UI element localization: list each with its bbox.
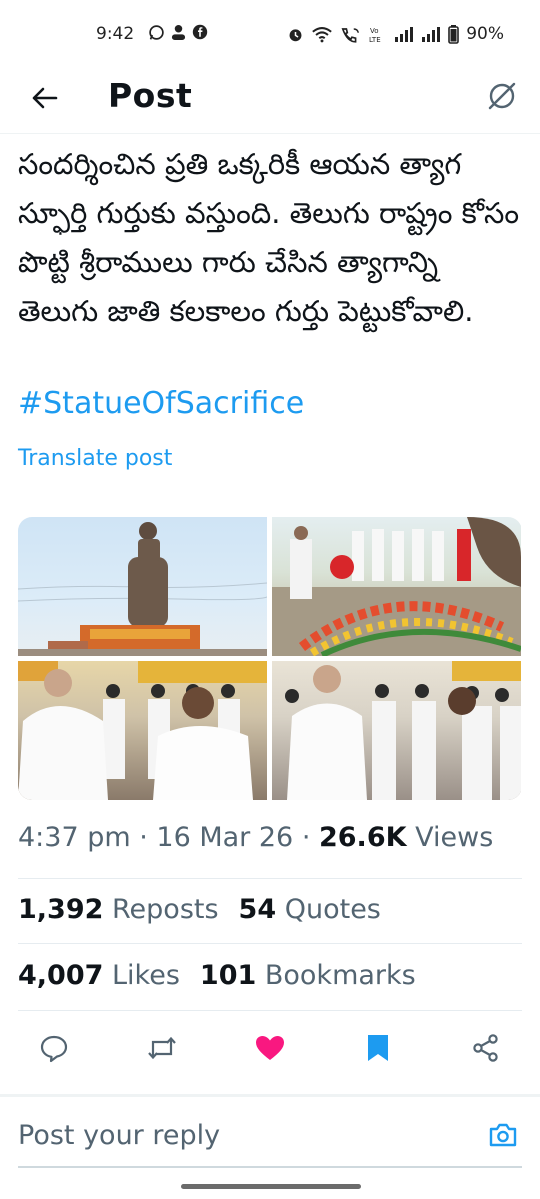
repost-icon (148, 1036, 176, 1060)
grok-icon (488, 82, 516, 110)
wifi-icon (312, 26, 332, 42)
status-left-icons (148, 24, 208, 41)
like-button[interactable] (252, 1030, 288, 1066)
media-grid (18, 517, 522, 800)
bookmark-button[interactable] (360, 1030, 396, 1066)
section-divider (0, 1094, 540, 1097)
post-actions (0, 1020, 540, 1076)
likes-count: 4,007 (18, 960, 104, 991)
stats-row-likes-bookmarks: 4,007 Likes 101 Bookmarks (18, 960, 416, 991)
alarm-icon (289, 28, 302, 41)
wifi-calling-icon (341, 27, 360, 43)
bookmarks-stat[interactable]: 101 Bookmarks (200, 960, 416, 991)
reposts-label: Reposts (112, 894, 219, 925)
status-right-icons: Vo LTE 90% (287, 24, 504, 44)
camera-icon (489, 1123, 517, 1147)
post-time: 4:37 pm (18, 822, 131, 853)
meta-separator: · (130, 822, 157, 853)
signal-icon (395, 26, 414, 42)
facebook-icon (192, 24, 208, 40)
hashtag-link[interactable]: #StatueOfSacrifice (18, 386, 304, 421)
quotes-label: Quotes (284, 894, 381, 925)
post-photo-statue[interactable] (18, 517, 267, 656)
reply-icon (40, 1035, 68, 1063)
group-photo-image (285, 661, 521, 800)
page-title: Post (108, 76, 193, 115)
views-count: 26.6K (318, 822, 407, 853)
post-photo-group[interactable] (272, 661, 521, 800)
bookmarks-label: Bookmarks (264, 960, 416, 991)
post-text: సందర్శించిన ప్రతి ఒక్కరికీ ఆయన త్యాగ స్ఫ… (18, 147, 520, 328)
status-bar: 9:42 Vo LTE 90% (0, 0, 540, 66)
svg-text:Vo: Vo (370, 27, 379, 35)
reply-input[interactable]: Post your reply (18, 1120, 220, 1151)
stats-row-reposts-quotes: 1,392 Reposts 54 Quotes (18, 894, 381, 925)
share-icon (473, 1034, 498, 1062)
post-photo-greeting[interactable] (18, 661, 267, 800)
post-date: 16 Mar 26 (156, 822, 294, 853)
top-app-bar: Post (0, 66, 540, 134)
post-meta: 4:37 pm · 16 Mar 26 · 26.6K Views (18, 822, 493, 853)
translate-post-link[interactable]: Translate post (18, 446, 172, 471)
bookmarks-count: 101 (199, 960, 257, 991)
floral-tribute-photo-image (272, 517, 521, 656)
divider (18, 878, 522, 879)
meta-separator: · (293, 822, 319, 853)
person-icon (171, 25, 186, 40)
reply-underline (18, 1166, 522, 1168)
repost-button[interactable] (144, 1030, 180, 1066)
reply-button[interactable] (36, 1030, 72, 1066)
quotes-stat[interactable]: 54 Quotes (239, 894, 381, 925)
arrow-left-icon (32, 87, 58, 109)
statue-photo-image (18, 522, 267, 656)
signal-icon (422, 26, 441, 42)
post-photo-floral-tribute[interactable] (272, 517, 521, 656)
likes-stat[interactable]: 4,007 Likes (18, 960, 180, 991)
quotes-count: 54 (238, 894, 277, 925)
svg-text:LTE: LTE (369, 36, 381, 43)
reposts-count: 1,392 (18, 894, 104, 925)
camera-button[interactable] (486, 1118, 520, 1152)
greeting-photo-image (18, 661, 267, 800)
divider (18, 1010, 522, 1011)
whatsapp-icon (149, 25, 164, 40)
share-button[interactable] (468, 1030, 504, 1066)
battery-icon (448, 24, 460, 44)
divider (18, 943, 522, 944)
bookmark-icon (368, 1035, 388, 1061)
back-button[interactable] (24, 78, 64, 118)
likes-label: Likes (112, 960, 180, 991)
volte-icon: VoLTE (369, 27, 381, 43)
home-indicator[interactable] (181, 1184, 361, 1189)
status-time: 9:42 (96, 24, 135, 44)
views-label: Views (415, 822, 494, 853)
reposts-stat[interactable]: 1,392 Reposts (18, 894, 219, 925)
battery-percent: 90% (466, 24, 504, 44)
heart-icon (256, 1036, 284, 1060)
grok-button[interactable] (482, 76, 522, 116)
